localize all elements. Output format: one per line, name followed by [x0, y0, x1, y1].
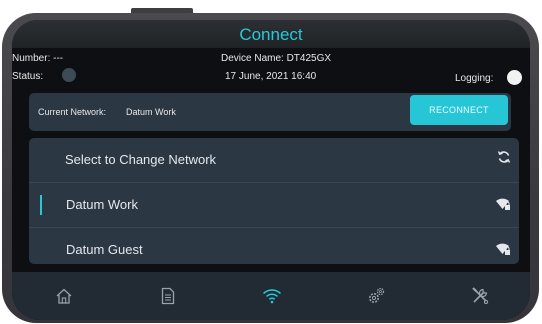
- selected-marker: [40, 195, 42, 215]
- network-item-datum-work[interactable]: Datum Work: [29, 183, 519, 228]
- nav-tools[interactable]: [428, 272, 530, 320]
- home-icon: [56, 288, 72, 304]
- network-list-header: Select to Change Network: [29, 138, 519, 183]
- bottom-nav: [12, 272, 530, 320]
- nav-wifi[interactable]: [220, 272, 324, 320]
- date-time: 17 June, 2021 16:40: [225, 71, 317, 82]
- reconnect-button[interactable]: RECONNECT: [410, 95, 508, 125]
- network-name: Datum Work: [66, 197, 138, 212]
- nav-documents[interactable]: [116, 272, 220, 320]
- device-number: Number: ---: [12, 53, 64, 64]
- gears-icon: [369, 287, 385, 303]
- nav-home[interactable]: [12, 272, 116, 320]
- logging-toggle[interactable]: [507, 70, 522, 85]
- wifi-lock-icon: [495, 197, 511, 216]
- status-label: Status:: [12, 71, 44, 82]
- current-network-value: Datum Work: [126, 107, 176, 117]
- network-list-title: Select to Change Network: [65, 152, 217, 167]
- device-screen: Connect Number: --- Device Name: DT425GX…: [12, 20, 530, 320]
- status-indicator: [62, 68, 76, 82]
- refresh-icon[interactable]: [497, 150, 511, 169]
- document-icon: [161, 287, 175, 305]
- wifi-lock-icon: [495, 242, 511, 261]
- device-name: Device Name: DT425GX: [221, 53, 332, 64]
- tools-icon: [472, 287, 489, 305]
- network-name: Datum Guest: [66, 242, 143, 257]
- wifi-icon: [262, 289, 282, 304]
- logging-label: Logging:: [455, 73, 494, 84]
- nav-settings[interactable]: [324, 272, 428, 320]
- network-list: Select to Change Network Datum Work Datu…: [29, 138, 519, 264]
- current-network-label: Current Network:: [38, 107, 107, 117]
- network-item-datum-guest[interactable]: Datum Guest: [29, 228, 519, 272]
- page-title: Connect: [12, 20, 530, 48]
